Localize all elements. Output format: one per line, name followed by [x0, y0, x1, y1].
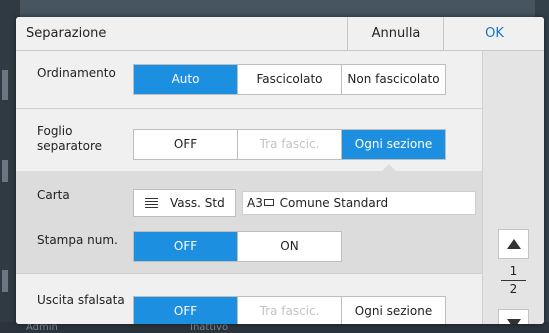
offset-output-label: Uscita sfalsata — [37, 293, 125, 307]
paper-size-value: A3 — [247, 196, 263, 210]
arrow-up-icon — [507, 239, 521, 249]
page-number-print-label: Stampa num. — [37, 233, 118, 247]
separator-sheet-label-line2: separatore — [37, 139, 102, 153]
tray-button-label: Vass. Std — [170, 196, 225, 210]
sort-option-collated[interactable]: Fascicolato — [237, 65, 341, 94]
dialog-title: Separazione — [26, 26, 107, 41]
separator-sheet-selector: OFF Tra fascic. Ogni sezione — [133, 129, 446, 160]
paper-info-value: A3 Comune Standard — [247, 192, 388, 214]
background-decoration — [2, 160, 8, 182]
arrow-down-icon — [507, 319, 521, 324]
divider — [16, 273, 482, 274]
separation-dialog: Separazione Annulla OK Ordinamento Auto … — [16, 17, 544, 324]
dialog-header: Separazione Annulla OK — [16, 17, 544, 51]
page-scrollbar: 1 2 — [482, 51, 544, 324]
total-pages: 2 — [509, 282, 518, 296]
tray-icon — [145, 198, 158, 209]
separator-option-off[interactable]: OFF — [134, 130, 237, 159]
page-number-option-off[interactable]: OFF — [134, 232, 237, 261]
background-decoration — [2, 70, 8, 100]
paper-orientation-icon — [263, 199, 274, 206]
separator-sheet-label-line1: Foglio — [37, 124, 73, 138]
offset-output-selector: OFF Tra fascic. Ogni sezione — [133, 296, 446, 324]
paper-label: Carta — [37, 188, 70, 202]
offset-option-off[interactable]: OFF — [134, 297, 237, 324]
offset-option-each-section[interactable]: Ogni sezione — [341, 297, 445, 324]
page-fraction-line — [501, 280, 526, 281]
paper-type-value: Comune Standard — [279, 196, 389, 210]
sort-selector: Auto Fascicolato Non fascicolato — [133, 64, 446, 95]
page-indicator: 1 2 — [498, 264, 529, 297]
separator-option-each-section[interactable]: Ogni sezione — [341, 130, 445, 159]
tray-select-button[interactable]: Vass. Std — [133, 189, 236, 217]
sort-option-auto[interactable]: Auto — [134, 65, 237, 94]
sort-option-uncollated[interactable]: Non fascicolato — [341, 65, 445, 94]
cancel-button[interactable]: Annulla — [347, 17, 444, 50]
page-number-print-selector: OFF ON — [133, 231, 342, 262]
selection-pointer — [382, 164, 396, 171]
background-decoration — [2, 270, 8, 292]
separator-sheet-label: Foglio separatore — [37, 124, 102, 154]
divider — [16, 108, 482, 109]
paper-info-field: A3 Comune Standard — [242, 191, 476, 215]
offset-option-between-sets[interactable]: Tra fascic. — [237, 297, 341, 324]
separator-option-between-sets[interactable]: Tra fascic. — [237, 130, 341, 159]
scroll-down-button[interactable] — [498, 309, 529, 324]
settings-panel: Ordinamento Auto Fascicolato Non fascico… — [16, 51, 482, 324]
current-page: 1 — [509, 264, 518, 278]
sort-label: Ordinamento — [37, 66, 116, 80]
page-number-option-on[interactable]: ON — [237, 232, 341, 261]
ok-button[interactable]: OK — [443, 17, 544, 50]
scroll-up-button[interactable] — [498, 229, 529, 259]
